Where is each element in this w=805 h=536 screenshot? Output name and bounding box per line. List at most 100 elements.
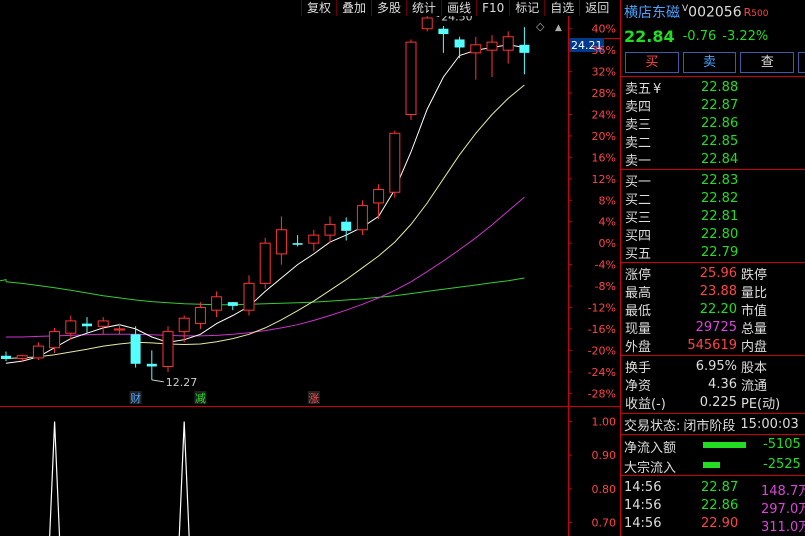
axis-tick-label: 16% (592, 151, 616, 164)
toolbar-button-draw-line[interactable]: 画线 (441, 0, 477, 16)
candle-body-up[interactable] (421, 17, 433, 30)
flow-value: -2525 (763, 457, 801, 472)
candle-body-down[interactable] (82, 323, 92, 327)
candle-body-up[interactable] (389, 132, 401, 193)
candle-body-up[interactable] (49, 331, 61, 349)
buy-button[interactable]: 买 (625, 51, 679, 73)
kline-chart[interactable]: ◇ ▲24.2140%36%32%28%24%20%16%12%8%4%0%-4%… (0, 0, 620, 536)
stat-label-2: PE(动) (741, 396, 781, 412)
candle-body-up[interactable] (194, 307, 206, 325)
candle-body-up[interactable] (178, 317, 190, 333)
stat-row: 最高 23.88 量比 (621, 282, 805, 301)
tick-row: 14:56 22.86 297.0万 (621, 498, 805, 517)
candle-body-up[interactable] (275, 229, 287, 255)
last-price: 22.84 (624, 26, 675, 46)
candle-body-down[interactable] (146, 363, 157, 367)
stat-label: 涨停 (625, 267, 652, 283)
stat-value: 23.88 (699, 283, 737, 299)
indicator-tick-label: 1.00 (592, 415, 617, 428)
candle-body-up[interactable] (162, 331, 174, 367)
candle-body-up[interactable] (502, 36, 514, 51)
candle-body-up[interactable] (486, 41, 498, 51)
candle-body-down[interactable] (292, 243, 303, 245)
toolbar-button-back[interactable]: 返回 (579, 0, 615, 16)
sell-button[interactable]: 卖 (682, 51, 737, 73)
event-marker[interactable]: 财 (130, 391, 141, 405)
bid-row[interactable]: 买三 22.81 (621, 207, 805, 226)
query-button[interactable]: 查 (740, 51, 795, 73)
toolbar-button-multi-stock[interactable]: 多股 (371, 0, 407, 16)
price-summary: 22.84 -0.76 -3.22% (621, 24, 805, 48)
event-marker[interactable]: 减 (195, 392, 206, 405)
stat-value: 545619 (687, 337, 737, 353)
candle-body-up[interactable] (356, 205, 368, 231)
candle-body-up[interactable] (65, 320, 77, 334)
tick-amount: 148.7万 (761, 484, 805, 499)
candle-body-up[interactable] (324, 223, 336, 236)
candle-body-up[interactable] (16, 355, 28, 359)
toolbar-button-overlay[interactable]: 叠加 (336, 0, 372, 16)
ask-row[interactable]: 卖三 22.86 (621, 114, 805, 133)
toolbar-button-statistics[interactable]: 统计 (406, 0, 442, 16)
candle-body-down[interactable] (341, 221, 352, 231)
stat-label: 净资 (625, 378, 652, 394)
currency-mark: ¥ (653, 81, 662, 97)
candle-body-up[interactable] (211, 296, 223, 311)
candle-body-up[interactable] (308, 234, 320, 244)
ask-row[interactable]: 卖一 22.84 (621, 150, 805, 169)
event-marker[interactable]: 涨 (308, 392, 319, 405)
candle-body-down[interactable] (519, 44, 530, 53)
stat-row: 外盘 545619 内盘 (621, 336, 805, 355)
status-label: 交易状态: (624, 418, 681, 434)
candle-body-up[interactable] (405, 41, 417, 115)
bid-row[interactable]: 买四 22.80 (621, 225, 805, 244)
ask-row[interactable]: 卖五 ¥22.88 (621, 78, 805, 97)
ask-price: 22.86 (701, 115, 739, 131)
ma-line-yellow (5, 84, 525, 359)
bid-price: 22.83 (701, 172, 739, 188)
diamond-icon[interactable]: ◇ (536, 20, 545, 33)
candle-body-down[interactable] (1, 355, 11, 359)
candle-body-down[interactable] (454, 39, 465, 48)
stock-name[interactable]: 横店东磁 (624, 2, 680, 22)
scroll-up-icon[interactable]: ▲ (555, 23, 562, 33)
ask-row[interactable]: 卖二 22.85 (621, 132, 805, 151)
bid-row[interactable]: 买一 22.83 (621, 171, 805, 190)
tick-price: 22.86 (701, 498, 739, 513)
stat-label: 收益(-) (625, 396, 666, 412)
candle-body-down[interactable] (130, 334, 141, 364)
toolbar-button-mark[interactable]: 标记 (509, 0, 545, 16)
tick-list[interactable]: 14:56 22.87 148.7万 14:56 22.86 297.0万 14:56 2… (621, 476, 805, 535)
stat-value: 4.36 (708, 376, 737, 392)
price-change: -0.76 (682, 28, 717, 44)
toolbar-button-watchlist[interactable]: 自选 (544, 0, 580, 16)
ask-label: 卖二 (625, 135, 652, 151)
indicator-tick-label: 0.90 (592, 449, 617, 462)
ask-label: 卖五 ¥ (625, 78, 661, 97)
candle-body-down[interactable] (438, 28, 449, 35)
toolbar-button-f10[interactable]: F10 (476, 0, 510, 16)
bid-row[interactable]: 买二 22.82 (621, 189, 805, 208)
price-stats: 涨停 25.96 跌停 最高 23.88 量比 最低 22.20 市值 现量 29725 总量 … (621, 263, 805, 356)
quote-panel: 横店东磁 V002056 R500 22.84 -0.76 -3.22% 买 卖… (620, 0, 805, 536)
ask-row[interactable]: 卖四 22.87 (621, 96, 805, 115)
candle-body-up[interactable] (470, 44, 482, 54)
status-value: 闭市阶段 (683, 418, 736, 434)
ask-label: 卖四 (625, 99, 652, 115)
candle-body-up[interactable] (32, 345, 44, 359)
bid-row[interactable]: 买五 22.79 (621, 243, 805, 262)
candle-body-down[interactable] (227, 302, 238, 306)
toolbar-button-restore-rights[interactable]: 复权 (301, 0, 337, 16)
candle-body-up[interactable] (243, 282, 255, 311)
candle-body-up[interactable] (97, 320, 109, 327)
axis-tick-label: -16% (588, 323, 616, 336)
candle-body-up[interactable] (373, 189, 385, 204)
candle-body-up[interactable] (259, 242, 271, 284)
flow-label: 净流入额 (624, 441, 677, 456)
stat-row: 换手 6.95% 股本 (621, 357, 805, 376)
more-button[interactable] (798, 51, 805, 73)
candle-body-up[interactable] (113, 328, 125, 331)
flow-bar (703, 442, 746, 448)
stat-label-2: 量比 (741, 285, 768, 301)
stat-label-2: 总量 (741, 321, 768, 337)
